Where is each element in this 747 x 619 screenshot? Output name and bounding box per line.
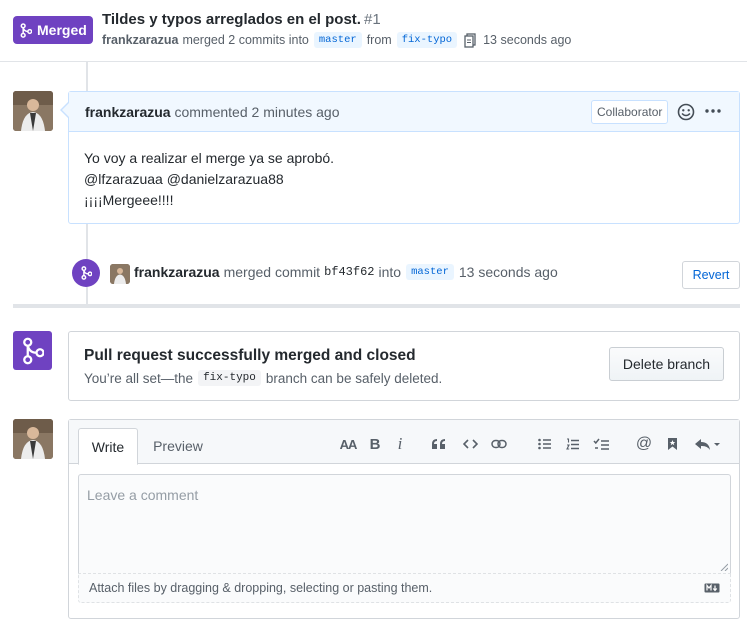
timeline-line [86,62,88,91]
attach-files-bar[interactable]: Attach files by dragging & dropping, sel… [78,573,731,603]
merge-event-branch[interactable]: master [406,264,454,280]
merge-event-action: merged commit [223,264,321,280]
avatar[interactable] [13,419,53,459]
comment-action: commented [174,104,248,120]
new-comment-form: Write Preview AA B i @ Leave a comment A… [68,419,740,619]
merge-time: 13 seconds ago [483,33,572,47]
commit-sha[interactable]: bf43f62 [324,265,374,279]
reply-dropdown-icon[interactable] [693,434,721,454]
task-list-icon[interactable] [591,434,611,454]
comment-textarea[interactable]: Leave a comment [78,474,731,573]
comment-header: frankzarazua commented 2 minutes ago Col… [69,92,739,132]
base-branch[interactable]: master [313,32,362,48]
resize-handle-icon[interactable] [720,563,728,571]
comment-line: ¡¡¡¡Mergeee!!!! [84,192,174,208]
state-badge-label: Merged [37,22,87,38]
merged-text: merged 2 commits into [182,33,309,47]
bold-icon[interactable]: B [367,434,383,454]
tab-preview[interactable]: Preview [143,428,213,464]
merge-event-time[interactable]: 13 seconds ago [459,264,558,280]
git-merge-icon [80,266,92,280]
subtitle-before: You’re all set—the [84,370,194,386]
merge-status-box: Pull request successfully merged and clo… [68,331,740,401]
code-icon[interactable] [461,434,479,454]
mention-icon[interactable]: @ [635,434,653,454]
merge-status-title: Pull request successfully merged and clo… [84,347,416,364]
link-icon[interactable] [490,434,508,454]
git-merge-icon [20,22,32,38]
author-link[interactable]: frankzarazua [102,33,178,47]
merged-state-badge: Merged [13,16,93,44]
quote-icon[interactable] [429,434,447,454]
comment-header-text: frankzarazua commented 2 minutes ago [85,104,339,120]
comment-body: Yo voy a realizar el merge ya se aprobó.… [69,132,739,211]
from-text: from [366,33,392,47]
git-merge-icon [13,331,52,370]
clipboard-icon[interactable] [464,32,477,48]
avatar[interactable] [13,91,53,131]
timeline-divider [13,304,740,308]
comment-placeholder: Leave a comment [87,487,199,503]
tab-write[interactable]: Write [78,428,138,465]
bold-glyph: B [369,435,381,453]
collaborator-label: Collaborator [591,100,669,124]
into-text: into [378,264,402,280]
merge-status-subtitle: You’re all set—the fix-typo branch can b… [84,370,442,386]
comment-tabs: Write Preview AA B i @ [69,420,739,465]
comment-line: Yo voy a realizar el merge ya se aprobó. [84,150,335,166]
numbered-list-icon[interactable] [564,434,582,454]
merge-event-text: frankzarazua merged commit bf43f62 into … [134,264,558,280]
smiley-icon[interactable] [677,103,695,121]
comment-box: frankzarazua commented 2 minutes ago Col… [68,91,740,224]
comment-author[interactable]: frankzarazua [85,104,171,120]
italic-icon[interactable]: i [392,434,408,454]
attach-text: Attach files by dragging & dropping, sel… [89,581,433,595]
comment-arrow-inner [62,103,69,117]
bulleted-list-icon[interactable] [536,434,554,454]
pr-title: Tildes y typos arreglados en el post. [102,11,361,28]
comment-time[interactable]: 2 minutes ago [252,104,340,120]
revert-button[interactable]: Revert [682,261,740,289]
head-branch[interactable]: fix-typo [396,32,458,48]
delete-branch-button[interactable]: Delete branch [609,347,724,381]
text-size-glyph: AA [339,436,358,452]
avatar[interactable] [110,264,130,284]
comment-line: @lfzarazuaa @danielzarazua88 [84,171,284,187]
kebab-menu-icon[interactable] [705,109,721,113]
pr-header: Merged Tildes y typos arreglados en el p… [0,0,747,62]
saved-reply-icon[interactable] [663,434,681,454]
markdown-icon[interactable] [704,583,720,593]
italic-glyph: i [397,434,403,453]
merge-event-badge [72,259,100,287]
pr-number: #1 [363,11,381,28]
pr-merge-summary: frankzarazua merged 2 commits into maste… [102,32,571,48]
merge-event-author[interactable]: frankzarazua [134,264,220,280]
branch-name: fix-typo [198,370,261,386]
subtitle-after: branch can be safely deleted. [265,370,443,386]
page-title: Tildes y typos arreglados en el post. #1 [102,11,381,28]
text-size-icon[interactable]: AA [337,434,359,454]
